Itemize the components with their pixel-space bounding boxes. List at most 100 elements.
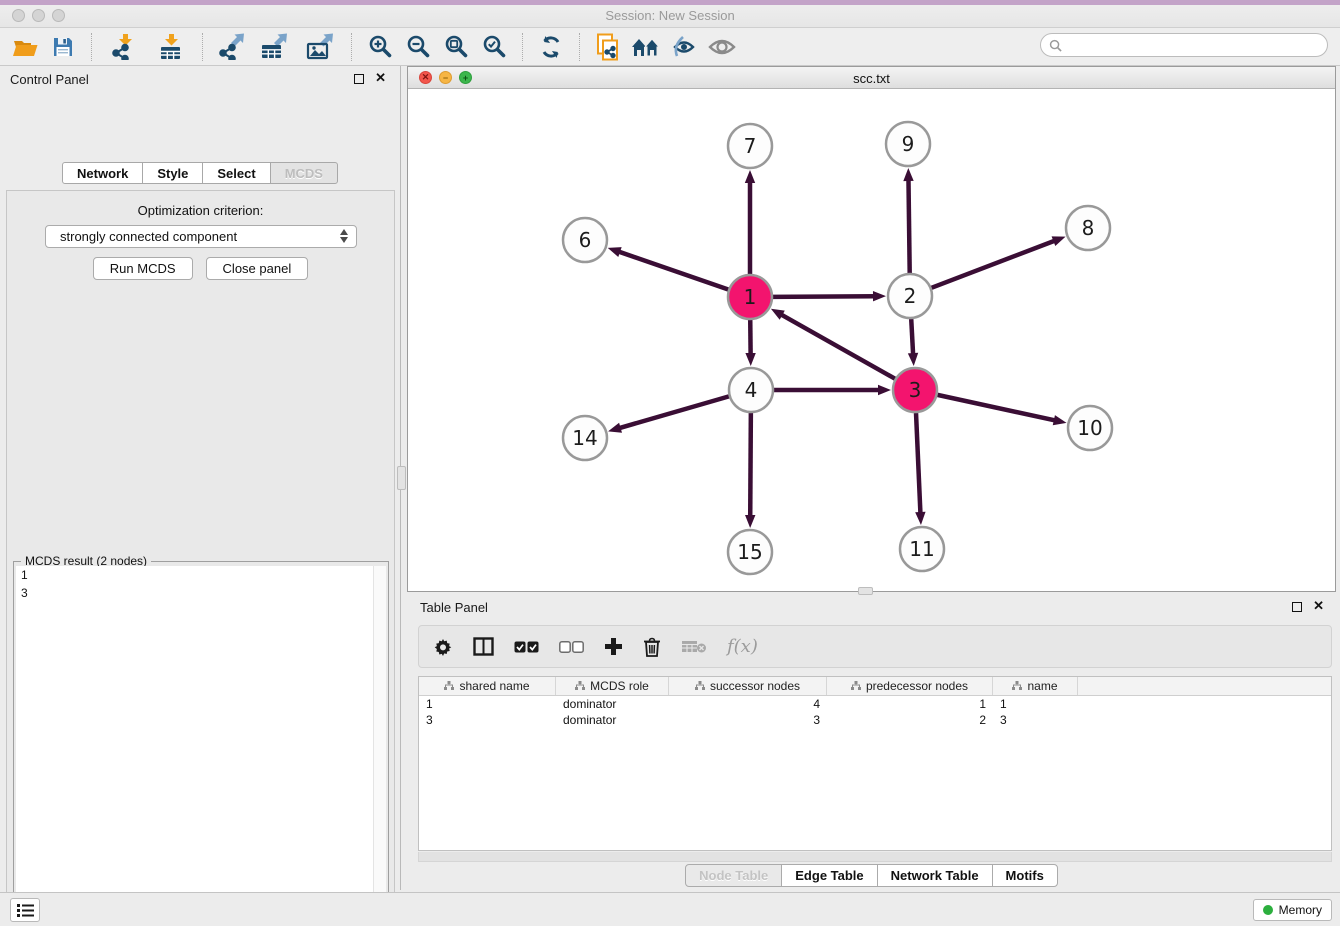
table-row[interactable]: 1dominator411	[419, 696, 1331, 712]
table-cell[interactable]: 3	[993, 712, 1078, 728]
refresh-icon[interactable]	[532, 31, 570, 63]
close-panel-button[interactable]: Close panel	[206, 257, 309, 280]
table-cell[interactable]: 1	[827, 696, 993, 712]
sort-icon	[575, 679, 585, 693]
list-icon	[17, 904, 34, 917]
table-cell[interactable]: 4	[669, 696, 827, 712]
clone-network-icon[interactable]	[589, 31, 627, 63]
graph-edge-arrowhead	[608, 423, 622, 433]
column-header-label: shared name	[459, 679, 529, 693]
search-field[interactable]	[1040, 33, 1328, 57]
save-icon[interactable]	[44, 31, 82, 63]
graph-edge-arrowhead	[873, 291, 886, 301]
table-row[interactable]: 3dominator323	[419, 712, 1331, 728]
column-header-MCDS-role[interactable]: MCDS role	[556, 677, 669, 695]
graph-edge-2-9[interactable]	[908, 179, 909, 273]
graph-edge-3-11[interactable]	[916, 413, 920, 514]
vertical-splitter-handle[interactable]	[397, 466, 406, 490]
hide-graphics-icon[interactable]	[665, 31, 703, 63]
column-header-name[interactable]: name	[993, 677, 1078, 695]
zoom-selected-icon[interactable]	[475, 31, 513, 63]
graph-edge-arrowhead	[878, 385, 891, 395]
tab-edge-table[interactable]: Edge Table	[781, 864, 877, 887]
toolbar-separator	[202, 33, 203, 61]
column-header-label: MCDS role	[590, 679, 649, 693]
tab-network[interactable]: Network	[62, 162, 143, 184]
mcds-result-textarea[interactable]: 1 3	[16, 566, 386, 926]
delete-icon[interactable]	[643, 632, 661, 662]
table-toolbar: f(x)	[418, 625, 1332, 668]
table-cell[interactable]: dominator	[556, 696, 669, 712]
run-mcds-button[interactable]: Run MCDS	[93, 257, 193, 280]
table-cell[interactable]: 1	[419, 696, 556, 712]
zoom-in-icon[interactable]	[361, 31, 399, 63]
import-table-icon[interactable]	[147, 31, 193, 63]
sort-icon	[851, 679, 861, 693]
column-header-successor-nodes[interactable]: successor nodes	[669, 677, 827, 695]
tab-network-table[interactable]: Network Table	[877, 864, 993, 887]
select-all-icon[interactable]	[514, 632, 539, 662]
close-table-panel-icon[interactable]: ✕	[1313, 599, 1324, 613]
table-cell[interactable]: 3	[669, 712, 827, 728]
tab-motifs[interactable]: Motifs	[992, 864, 1058, 887]
export-image-icon[interactable]	[296, 31, 342, 63]
graph-edge-4-14[interactable]	[619, 396, 729, 428]
network-window-titlebar[interactable]: ✕ − + scc.txt	[408, 67, 1335, 89]
graph-edge-arrowhead	[745, 170, 755, 183]
horizontal-splitter-handle[interactable]	[858, 587, 873, 595]
tab-style[interactable]: Style	[142, 162, 203, 184]
eye-icon[interactable]	[703, 31, 741, 63]
table-cell[interactable]: 3	[419, 712, 556, 728]
add-column-icon[interactable]	[604, 632, 623, 662]
search-input[interactable]	[1067, 38, 1327, 52]
graph-edge-4-15[interactable]	[750, 413, 751, 517]
table-cell[interactable]: 2	[827, 712, 993, 728]
graph-edge-arrowhead	[903, 168, 913, 181]
column-header-shared-name[interactable]: shared name	[419, 677, 556, 695]
graph-node-label: 10	[1077, 416, 1102, 440]
float-panel-icon[interactable]	[354, 74, 364, 84]
float-table-panel-icon[interactable]	[1292, 602, 1302, 612]
main-toolbar	[0, 28, 1340, 66]
network-canvas[interactable]: 1234678910111415	[408, 89, 1335, 592]
tab-mcds[interactable]: MCDS	[270, 162, 338, 184]
graph-edge-arrowhead	[1053, 415, 1067, 425]
graph-edge-1-6[interactable]	[618, 251, 728, 289]
gear-icon[interactable]	[433, 632, 453, 662]
control-panel-title: Control Panel	[10, 72, 89, 87]
tab-node-table[interactable]: Node Table	[685, 864, 782, 887]
search-icon	[1049, 39, 1062, 52]
sort-icon	[695, 679, 705, 693]
column-header-predecessor-nodes[interactable]: predecessor nodes	[827, 677, 993, 695]
toolbar-separator	[91, 33, 92, 61]
table-cell[interactable]: 1	[993, 696, 1078, 712]
graph-edge-arrowhead	[1052, 236, 1066, 246]
optimization-select[interactable]: strongly connected component	[45, 225, 357, 248]
export-network-icon[interactable]	[212, 31, 250, 63]
table-cell[interactable]: dominator	[556, 712, 669, 728]
open-folder-icon[interactable]	[6, 31, 44, 63]
memory-status-icon	[1263, 905, 1273, 915]
tab-select[interactable]: Select	[202, 162, 270, 184]
import-network-icon[interactable]	[101, 31, 147, 63]
table-scroll-strip[interactable]	[418, 852, 1332, 862]
result-line: 3	[16, 584, 386, 602]
memory-button[interactable]: Memory	[1253, 899, 1332, 921]
graph-edge-2-3[interactable]	[911, 319, 913, 355]
zoom-fit-icon[interactable]	[437, 31, 475, 63]
zoom-out-icon[interactable]	[399, 31, 437, 63]
close-panel-icon[interactable]: ✕	[375, 71, 386, 85]
graph-edge-2-8[interactable]	[931, 240, 1055, 287]
export-table-icon[interactable]	[250, 31, 296, 63]
graph-edge-3-10[interactable]	[937, 395, 1055, 421]
mcds-result-groupbox: MCDS result (2 nodes) 1 3	[13, 561, 389, 926]
columns-icon[interactable]	[473, 632, 494, 662]
node-table[interactable]: shared name MCDS role successor nodesprede…	[418, 676, 1332, 851]
graph-edge-arrowhead	[608, 247, 622, 257]
graph-edge-3-1[interactable]	[780, 314, 894, 379]
deselect-all-icon[interactable]	[559, 632, 584, 662]
home-icon[interactable]	[627, 31, 665, 63]
graph-edge-1-2[interactable]	[773, 296, 875, 297]
task-history-button[interactable]	[10, 898, 40, 922]
result-scrollbar[interactable]	[373, 566, 386, 926]
